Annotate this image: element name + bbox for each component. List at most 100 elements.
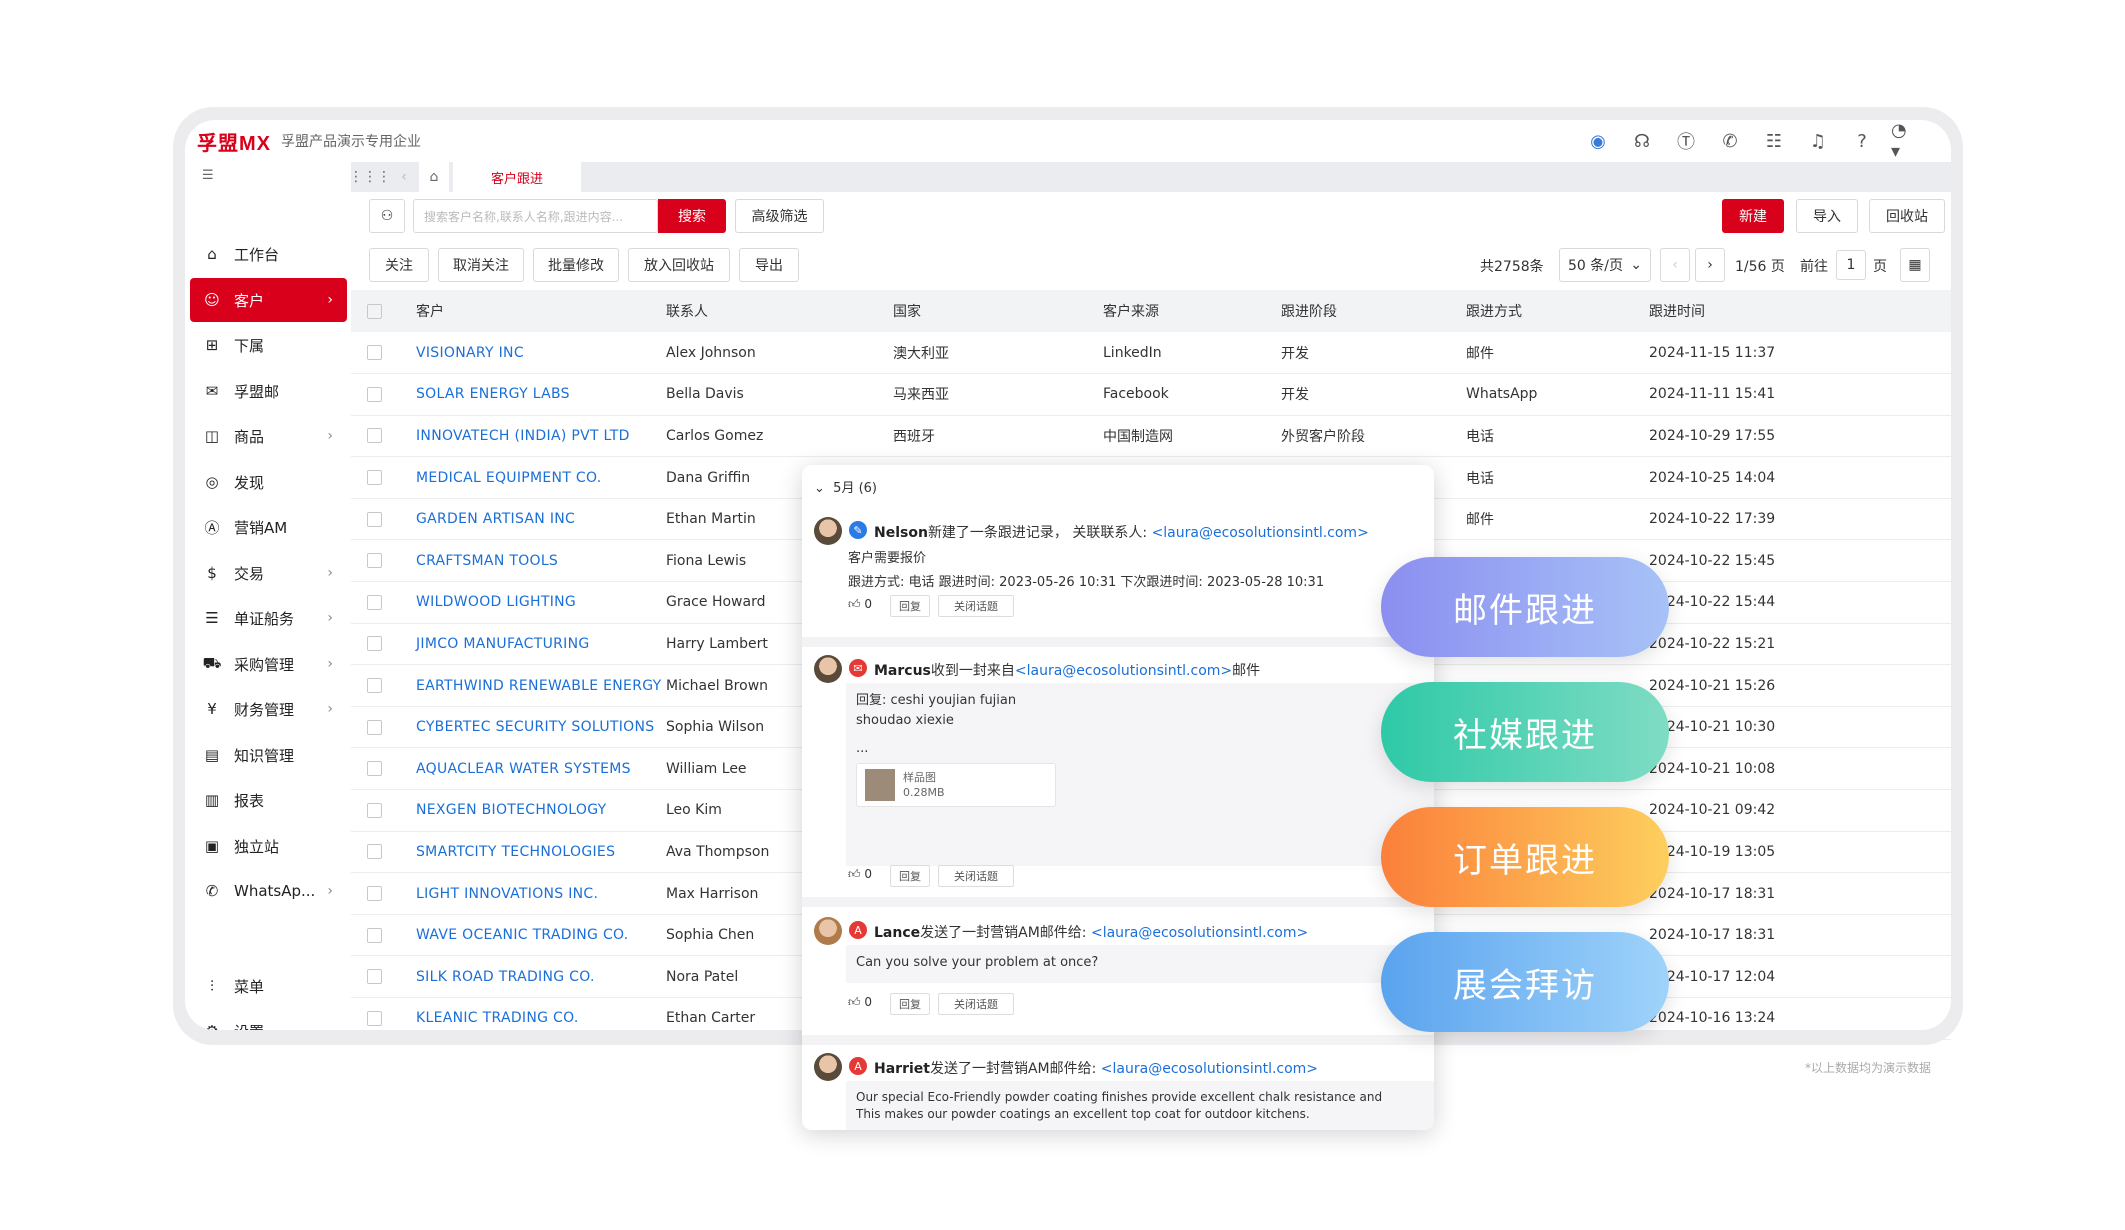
- new-button[interactable]: 新建: [1722, 199, 1784, 233]
- customer-link[interactable]: MEDICAL EQUIPMENT CO.: [416, 456, 666, 499]
- row-checkbox[interactable]: [367, 511, 382, 527]
- whatsapp-icon[interactable]: ✆: [1715, 126, 1745, 156]
- task-icon[interactable]: ☷: [1759, 126, 1789, 156]
- row-checkbox[interactable]: [367, 345, 382, 361]
- sidebar-item-6[interactable]: Ⓐ 营销AM: [190, 505, 347, 549]
- customer-link[interactable]: GARDEN ARTISAN INC: [416, 498, 666, 541]
- assistant-icon[interactable]: ◉: [1583, 126, 1613, 156]
- collapse-menu-icon[interactable]: ☰: [185, 162, 351, 188]
- import-button[interactable]: 导入: [1796, 199, 1858, 233]
- customer-link[interactable]: SILK ROAD TRADING CO.: [416, 955, 666, 998]
- row-checkbox[interactable]: [367, 594, 382, 610]
- move-to-recycle-button[interactable]: 放入回收站: [628, 248, 730, 282]
- customer-link[interactable]: INNOVATECH (INDIA) PVT LTD: [416, 415, 666, 458]
- like-button[interactable]: 👍︎ 0: [848, 597, 872, 612]
- row-checkbox[interactable]: [367, 927, 382, 943]
- row-checkbox[interactable]: [367, 386, 382, 402]
- sidebar-bottom-item-1[interactable]: ⚙ 设置: [190, 1009, 347, 1030]
- month-group-header[interactable]: ⌄ 5月 (6): [814, 477, 877, 496]
- translate-icon[interactable]: Ⓣ: [1671, 126, 1701, 156]
- table-row[interactable]: VISIONARY INC Alex Johnson 澳大利亚 LinkedIn 开发邮…: [351, 332, 1951, 375]
- row-checkbox[interactable]: [367, 553, 382, 569]
- customer-link[interactable]: WAVE OCEANIC TRADING CO.: [416, 914, 666, 957]
- follow-button[interactable]: 关注: [369, 248, 429, 282]
- column-header[interactable]: 联系人: [666, 290, 893, 332]
- goto-page-input[interactable]: 1: [1836, 250, 1866, 280]
- sidebar-item-12[interactable]: ▥ 报表: [190, 778, 347, 822]
- row-checkbox[interactable]: [367, 761, 382, 777]
- sidebar-item-0[interactable]: ⌂ 工作台: [190, 232, 347, 276]
- customer-link[interactable]: SOLAR ENERGY LABS: [416, 373, 666, 416]
- customer-link[interactable]: CYBERTEC SECURITY SOLUTIONS: [416, 706, 666, 749]
- customer-link[interactable]: NEXGEN BIOTECHNOLOGY: [416, 789, 666, 832]
- row-checkbox[interactable]: [367, 802, 382, 818]
- unfollow-button[interactable]: 取消关注: [438, 248, 524, 282]
- row-checkbox[interactable]: [367, 428, 382, 444]
- like-button[interactable]: 👍︎ 0: [848, 995, 872, 1010]
- row-checkbox[interactable]: [367, 678, 382, 694]
- customer-link[interactable]: LIGHT INNOVATIONS INC.: [416, 872, 666, 915]
- row-checkbox[interactable]: [367, 886, 382, 902]
- apps-grid-icon[interactable]: ⋮⋮⋮: [349, 162, 391, 192]
- reply-button[interactable]: 回复: [890, 865, 930, 887]
- column-header[interactable]: 跟进方式: [1466, 290, 1649, 332]
- email-preview[interactable]: 回复: ceshi youjian fujian shoudao xiexie …: [846, 683, 1434, 866]
- recycle-bin-button[interactable]: 回收站: [1869, 199, 1945, 233]
- column-header[interactable]: 跟进阶段: [1281, 290, 1466, 332]
- like-button[interactable]: 👍︎ 0: [848, 867, 872, 882]
- contact-filter-icon[interactable]: ⚇: [369, 199, 405, 233]
- reply-button[interactable]: 回复: [890, 595, 930, 617]
- row-checkbox[interactable]: [367, 1010, 382, 1026]
- sidebar-bottom-item-0[interactable]: ⫶ 菜单: [190, 964, 347, 1008]
- batch-edit-button[interactable]: 批量修改: [533, 248, 619, 282]
- tab-customer-follow[interactable]: 客户跟进: [453, 162, 581, 192]
- email-preview[interactable]: Our special Eco-Friendly powder coating …: [846, 1081, 1434, 1130]
- row-checkbox[interactable]: [367, 470, 382, 486]
- bell-icon[interactable]: ♫: [1803, 126, 1833, 156]
- customer-link[interactable]: VISIONARY INC: [416, 332, 666, 375]
- search-input[interactable]: 搜索客户名称,联系人名称,跟进内容...: [413, 199, 658, 233]
- close-topic-button[interactable]: 关闭话题: [938, 865, 1014, 887]
- next-page-button[interactable]: ›: [1695, 248, 1725, 282]
- page-size-select[interactable]: 50 条/页 ⌄: [1559, 248, 1651, 282]
- row-checkbox[interactable]: [367, 844, 382, 860]
- home-tab-icon[interactable]: ⌂: [419, 162, 449, 192]
- export-button[interactable]: 导出: [739, 248, 799, 282]
- sidebar-item-8[interactable]: ☰ 单证船务 ›: [190, 596, 347, 640]
- customer-link[interactable]: AQUACLEAR WATER SYSTEMS: [416, 747, 666, 791]
- avatar[interactable]: ◔ ▾: [1891, 120, 1921, 162]
- sidebar-item-1[interactable]: ☺ 客户 ›: [190, 278, 347, 322]
- prev-page-button[interactable]: ‹: [1660, 248, 1690, 282]
- advanced-filter-button[interactable]: 高级筛选: [735, 199, 824, 233]
- column-header[interactable]: 跟进时间: [1649, 290, 1951, 332]
- table-row[interactable]: SOLAR ENERGY LABS Bella Davis 马来西亚 Facebook…: [351, 373, 1951, 416]
- customer-link[interactable]: WILDWOOD LIGHTING: [416, 581, 666, 624]
- attachment[interactable]: 样品图 0.28MB: [856, 763, 1056, 807]
- column-settings-icon[interactable]: ▦: [1900, 248, 1930, 282]
- customer-link[interactable]: EARTHWIND RENEWABLE ENERGY: [416, 664, 666, 707]
- sidebar-item-10[interactable]: ¥ 财务管理 ›: [190, 687, 347, 731]
- customer-link[interactable]: SMARTCITY TECHNOLOGIES: [416, 831, 666, 874]
- customer-link[interactable]: JIMCO MANUFACTURING: [416, 623, 666, 666]
- select-all-checkbox[interactable]: [367, 303, 382, 319]
- sidebar-item-3[interactable]: ✉ 孚盟邮: [190, 369, 347, 413]
- table-row[interactable]: INNOVATECH (INDIA) PVT LTD Carlos Gomez 西班…: [351, 415, 1951, 458]
- reply-button[interactable]: 回复: [890, 993, 930, 1015]
- tab-scroll-left-icon[interactable]: ‹: [389, 162, 419, 192]
- column-header[interactable]: 客户: [416, 290, 666, 332]
- close-topic-button[interactable]: 关闭话题: [938, 595, 1014, 617]
- column-header[interactable]: 客户来源: [1103, 290, 1281, 332]
- search-button[interactable]: 搜索: [658, 199, 726, 233]
- sidebar-item-13[interactable]: ▣ 独立站: [190, 824, 347, 868]
- help-icon[interactable]: ?: [1847, 126, 1877, 156]
- sidebar-item-4[interactable]: ◫ 商品 ›: [190, 414, 347, 458]
- row-checkbox[interactable]: [367, 969, 382, 985]
- sidebar-item-14[interactable]: ✆ WhatsAp... ›: [190, 869, 347, 913]
- sidebar-item-5[interactable]: ◎ 发现: [190, 460, 347, 504]
- column-header[interactable]: 国家: [893, 290, 1103, 332]
- customer-link[interactable]: CRAFTSMAN TOOLS: [416, 539, 666, 583]
- row-checkbox[interactable]: [367, 636, 382, 652]
- sidebar-item-9[interactable]: ⛟ 采购管理 ›: [190, 642, 347, 686]
- email-preview[interactable]: Can you solve your problem at once?: [846, 945, 1434, 983]
- row-checkbox[interactable]: [367, 719, 382, 735]
